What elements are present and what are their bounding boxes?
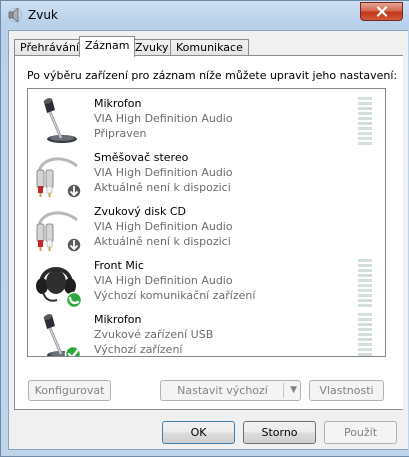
device-status: Výchozí komunikační zařízení (94, 289, 256, 302)
device-driver: VIA High Definition Audio (94, 112, 233, 125)
device-status: Výchozí zařízení (94, 343, 183, 356)
ok-button[interactable]: OK (162, 421, 235, 444)
device-driver: VIA High Definition Audio (94, 274, 233, 287)
tab-sounds[interactable]: Zvuky (129, 39, 175, 56)
device-driver: VIA High Definition Audio (94, 166, 233, 179)
device-item-mikrofon-via[interactable]: Mikrofon VIA High Definition Audio Připr… (28, 93, 385, 147)
device-driver: Zvukové zařízení USB (94, 328, 214, 341)
device-status: Připraven (94, 127, 147, 140)
close-button[interactable] (360, 2, 403, 21)
properties-button[interactable]: Vlastnosti (309, 380, 384, 401)
chevron-down-icon[interactable]: ▼ (290, 385, 297, 395)
cancel-button[interactable]: Storno (243, 421, 316, 444)
device-name: Front Mic (94, 259, 144, 272)
configure-button[interactable]: Konfigurovat (28, 380, 111, 401)
microphone-icon (43, 314, 82, 356)
level-meter (358, 313, 372, 356)
device-status: Aktuálně není k dispozici (94, 181, 231, 194)
recording-device-list[interactable]: Mikrofon VIA High Definition Audio Připr… (27, 88, 386, 357)
device-driver: VIA High Definition Audio (94, 220, 233, 233)
phone-badge (65, 291, 83, 308)
title-bar[interactable]: Zvuk (1, 1, 409, 29)
cd-audio-cable-icon (36, 211, 82, 253)
level-meter (358, 97, 372, 147)
close-x-icon (376, 6, 387, 17)
device-item-stereo-mix[interactable]: Směšovač stereo VIA High Definition Audi… (28, 147, 385, 201)
apply-button[interactable]: Použít (324, 421, 397, 444)
window-title: Zvuk (28, 8, 58, 22)
tab-recording[interactable]: Záznam (79, 36, 136, 57)
speaker-icon (8, 7, 22, 23)
device-name: Mikrofon (94, 97, 142, 110)
instruction-text: Po výběru zařízení pro záznam níže můžet… (27, 69, 398, 82)
device-item-cd-audio[interactable]: Zvukový disk CD VIA High Definition Audi… (28, 201, 385, 255)
headset-icon (36, 267, 83, 308)
device-name: Mikrofon (94, 313, 142, 326)
device-item-mikrofon-usb[interactable]: Mikrofon Zvukové zařízení USB Výchozí za… (28, 309, 385, 356)
stereo-mix-cable-icon (36, 157, 82, 199)
set-default-label: Nastavit výchozí (177, 384, 268, 397)
tab-playback[interactable]: Přehrávání (14, 39, 86, 56)
device-name: Zvukový disk CD (94, 205, 187, 218)
device-item-front-mic[interactable]: Front Mic VIA High Definition Audio Vých… (28, 255, 385, 309)
device-status: Aktuálně není k dispozici (94, 235, 231, 248)
set-default-split-button[interactable]: Nastavit výchozí ▼ (160, 380, 301, 401)
tab-communications[interactable]: Komunikace (170, 39, 249, 56)
device-name: Směšovač stereo (94, 151, 189, 164)
level-meter (358, 259, 372, 309)
microphone-icon (43, 98, 77, 143)
